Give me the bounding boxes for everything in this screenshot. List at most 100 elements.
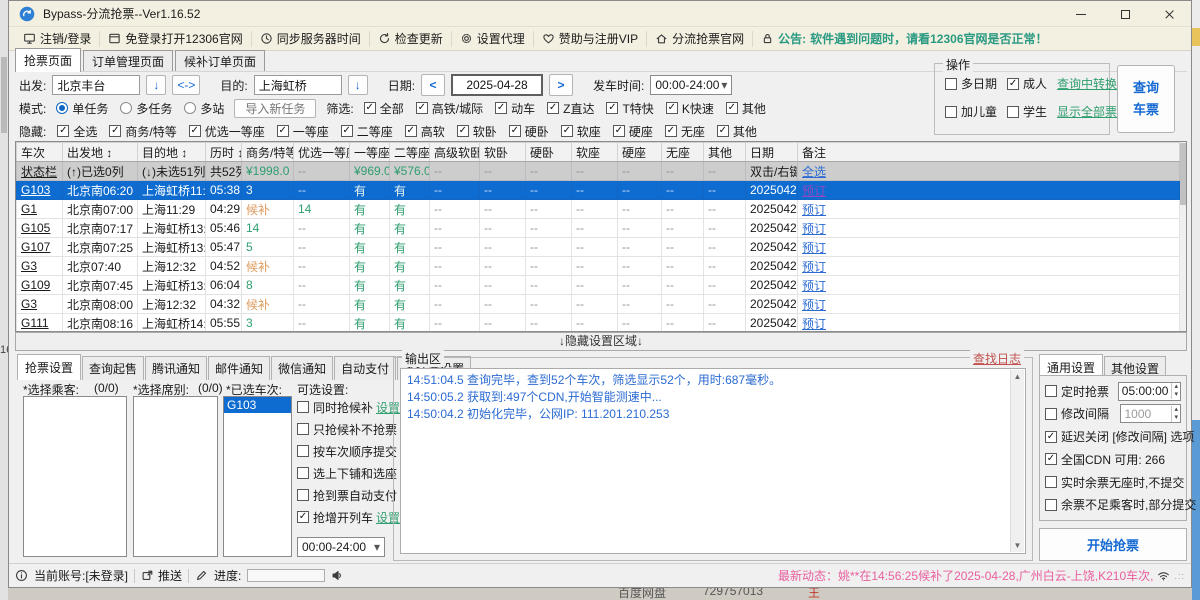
depart-station-input[interactable]	[52, 75, 140, 95]
selected-train-item[interactable]: G103	[224, 397, 291, 413]
date-input[interactable]	[451, 74, 543, 96]
option-抢到票自动支付[interactable]: 抢到票自动支付	[297, 487, 397, 504]
arrive-dropdown-button[interactable]: ↓	[348, 75, 368, 95]
ops-加儿童[interactable]: 加儿童	[945, 103, 997, 120]
train-number-link[interactable]: G1	[17, 200, 63, 219]
train-number-link[interactable]: G109	[17, 276, 63, 295]
train-row[interactable]: G3北京07:40上海12:3204:52候补--有有-------------…	[17, 257, 1180, 276]
tab-自动支付[interactable]: 自动支付	[334, 356, 396, 380]
swap-stations-button[interactable]: <->	[172, 75, 200, 95]
column-header-二等座[interactable]: 二等座	[390, 143, 430, 162]
toolbar-home-button[interactable]: 分流抢票官网	[647, 31, 753, 47]
filter-Z直达[interactable]: ✓Z直达	[547, 100, 594, 117]
option-选上下铺和选座[interactable]: 选上下铺和选座	[297, 465, 397, 482]
table-scrollbar-thumb[interactable]	[1180, 143, 1186, 205]
radio-单任务[interactable]: 单任务	[56, 100, 108, 117]
passenger-listbox[interactable]	[23, 396, 127, 557]
option-time-select[interactable]: 00:00-24:00▾	[297, 537, 385, 557]
column-header-商务/特等[interactable]: 商务/特等	[242, 143, 294, 162]
train-row[interactable]: G105北京南07:17上海虹桥13:0305:4614--有有--------…	[17, 219, 1180, 238]
hide-其他[interactable]: ✓其他	[717, 123, 757, 140]
ops-成人[interactable]: ✓成人	[1007, 75, 1047, 92]
select-all-link[interactable]: 全选	[798, 162, 1180, 181]
tab-抢票设置[interactable]: 抢票设置	[17, 354, 81, 380]
tab-抢票页面[interactable]: 抢票页面	[15, 48, 81, 72]
find-log-link[interactable]: 查找日志	[970, 350, 1024, 367]
toolbar-heart-button[interactable]: 赞助与注册VIP	[534, 31, 647, 47]
column-header-硬卧[interactable]: 硬卧	[526, 143, 572, 162]
train-number-link[interactable]: G105	[17, 219, 63, 238]
book-link[interactable]: 预订	[798, 238, 1180, 257]
train-number-link[interactable]: G3	[17, 257, 63, 276]
book-link[interactable]: 预订	[798, 314, 1180, 333]
train-row[interactable]: G111北京南08:16上海虹桥14:1105:553--有有---------…	[17, 314, 1180, 333]
speaker-icon[interactable]	[331, 569, 344, 582]
book-link[interactable]: 预订	[798, 181, 1180, 200]
general-余票不足乘客时,部分提交[interactable]: 余票不足乘客时,部分提交	[1045, 496, 1196, 513]
book-link[interactable]: 预订	[798, 200, 1180, 219]
train-row[interactable]: G103北京南06:20上海虹桥11:5805:383--有有---------…	[17, 181, 1180, 200]
ops-学生[interactable]: 学生	[1007, 103, 1047, 120]
hide-优选一等座[interactable]: ✓优选一等座	[189, 123, 265, 140]
general-实时余票无座时,不提交[interactable]: 实时余票无座时,不提交	[1045, 474, 1184, 491]
window-maximize-button[interactable]	[1103, 1, 1147, 27]
train-number-link[interactable]: G3	[17, 295, 63, 314]
spin-down-icon[interactable]: ▾	[1174, 414, 1178, 422]
hide-商务/特等[interactable]: ✓商务/特等	[109, 123, 176, 140]
tab-查询起售[interactable]: 查询起售	[82, 356, 144, 380]
ops-多日期[interactable]: 多日期	[945, 75, 997, 92]
book-link[interactable]: 预订	[798, 295, 1180, 314]
filter-全部[interactable]: ✓全部	[364, 100, 404, 117]
resize-grip[interactable]: .::	[1174, 571, 1185, 581]
hide-全选[interactable]: ✓全选	[57, 123, 97, 140]
hide-一等座[interactable]: ✓一等座	[277, 123, 329, 140]
hide-软座[interactable]: ✓软座	[561, 123, 601, 140]
hide-硬座[interactable]: ✓硬座	[613, 123, 653, 140]
hide-软卧[interactable]: ✓软卧	[457, 123, 497, 140]
book-link[interactable]: 预订	[798, 257, 1180, 276]
column-header-优选一等座[interactable]: 优选一等座	[294, 143, 350, 162]
filter-其他[interactable]: ✓其他	[726, 100, 766, 117]
column-header-硬座[interactable]: 硬座	[618, 143, 662, 162]
filter-T特快[interactable]: ✓T特快	[606, 100, 653, 117]
hide-硬卧[interactable]: ✓硬卧	[509, 123, 549, 140]
toolbar-proxy-gear-button[interactable]: 设置代理	[452, 31, 534, 47]
column-header-备注[interactable]: 备注	[798, 143, 1180, 162]
spin-up-icon[interactable]: ▴	[1174, 383, 1178, 391]
tab-微信通知[interactable]: 微信通知	[271, 356, 333, 380]
spin-up-icon[interactable]: ▴	[1174, 406, 1178, 414]
general-全国CDN 可用: 266[interactable]: ✓全国CDN 可用: 266	[1045, 451, 1165, 468]
output-scrollbar[interactable]: ▲ ▼	[1010, 370, 1024, 552]
general-定时抢票[interactable]: 定时抢票	[1045, 383, 1109, 400]
tab-邮件通知[interactable]: 邮件通知	[208, 356, 270, 380]
column-header-一等座[interactable]: 一等座	[350, 143, 390, 162]
selected-trains-listbox[interactable]: G103	[223, 396, 292, 557]
scroll-up-icon[interactable]: ▲	[1014, 372, 1022, 381]
train-number-link[interactable]: G107	[17, 238, 63, 257]
hide-高软[interactable]: ✓高软	[405, 123, 445, 140]
option-只抢候补不抢票[interactable]: 只抢候补不抢票	[297, 421, 397, 438]
general-延迟关闭 [修改间隔] 选项[interactable]: ✓延迟关闭 [修改间隔] 选项	[1045, 428, 1194, 445]
train-row[interactable]: G3北京南08:00上海12:3204:32候补--有有------------…	[17, 295, 1180, 314]
filter-高铁/城际[interactable]: ✓高铁/城际	[416, 100, 483, 117]
book-link[interactable]: 预订	[798, 276, 1180, 295]
depart-time-select[interactable]: 00:00-24:00 ▾	[650, 75, 732, 95]
query-tickets-button[interactable]: 查询 车票	[1117, 65, 1175, 133]
hide-无座[interactable]: ✓无座	[665, 123, 705, 140]
hide-settings-divider[interactable]: ↓隐藏设置区域↓	[15, 332, 1187, 351]
window-minimize-button[interactable]	[1059, 1, 1103, 27]
train-number-link[interactable]: G103	[17, 181, 63, 200]
column-header-高级软卧[interactable]: 高级软卧	[430, 143, 480, 162]
general-修改间隔[interactable]: 修改间隔	[1045, 405, 1109, 422]
radio-多站[interactable]: 多站	[184, 100, 224, 117]
table-scrollbar[interactable]	[1180, 142, 1186, 331]
prev-date-button[interactable]: <	[421, 74, 445, 96]
toolbar-browser-button[interactable]: 免登录打开12306官网	[100, 31, 251, 47]
scroll-down-icon[interactable]: ▼	[1014, 541, 1022, 550]
window-close-button[interactable]	[1147, 1, 1191, 27]
filter-动车[interactable]: ✓动车	[495, 100, 535, 117]
tab-腾讯通知[interactable]: 腾讯通知	[145, 356, 207, 380]
column-header-出发地[interactable]: 出发地 ↕	[63, 143, 138, 162]
next-date-button[interactable]: >	[549, 74, 573, 96]
tab-候补订单页面[interactable]: 候补订单页面	[175, 50, 265, 72]
